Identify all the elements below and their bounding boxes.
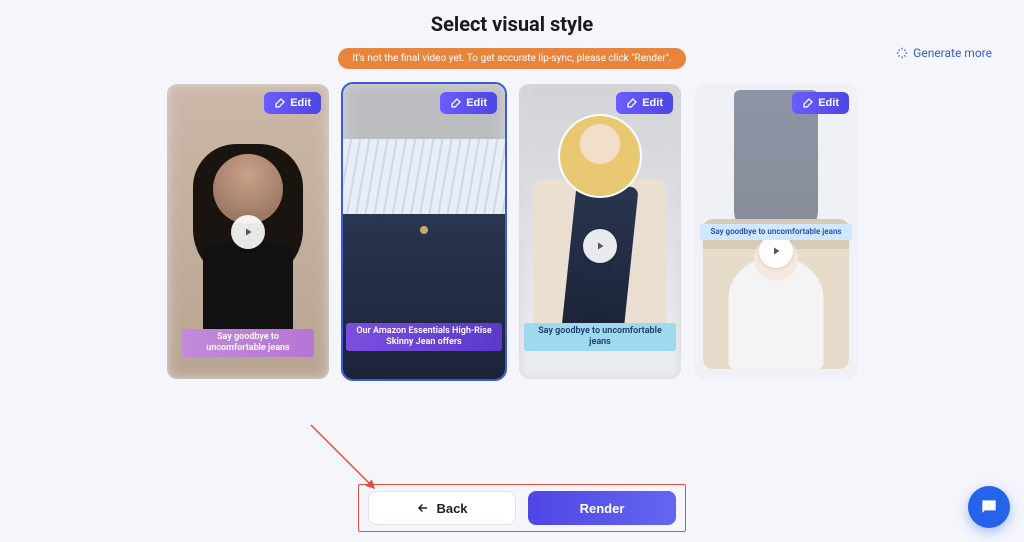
caption: Say goodbye to uncomfortable jeans xyxy=(524,323,676,352)
edit-icon xyxy=(274,97,286,109)
edit-label: Edit xyxy=(642,97,663,109)
notice-row: It's not the final video yet. To get acc… xyxy=(0,46,1024,70)
play-icon xyxy=(242,226,254,238)
footer-actions: Back Render xyxy=(358,484,686,532)
arrow-left-icon xyxy=(416,501,430,515)
play-button[interactable] xyxy=(231,215,265,249)
caption: Say goodbye to uncomfortable jeans xyxy=(700,224,852,240)
back-label: Back xyxy=(436,501,467,516)
edit-button[interactable]: Edit xyxy=(792,92,849,114)
edit-icon xyxy=(802,97,814,109)
play-icon xyxy=(770,245,782,257)
generate-more-label: Generate more xyxy=(913,46,992,60)
style-card[interactable]: Edit Say goodbye to uncomfortable jeans xyxy=(695,84,857,379)
edit-label: Edit xyxy=(818,97,839,109)
chat-launcher[interactable] xyxy=(968,486,1010,528)
edit-label: Edit xyxy=(466,97,487,109)
caption: Say goodbye to uncomfortable jeans xyxy=(182,329,314,358)
play-button[interactable] xyxy=(583,229,617,263)
chat-icon xyxy=(979,497,999,517)
render-button[interactable]: Render xyxy=(528,491,676,525)
edit-icon xyxy=(626,97,638,109)
edit-label: Edit xyxy=(290,97,311,109)
generate-more-button[interactable]: Generate more xyxy=(895,46,992,60)
style-card[interactable]: Edit Say goodbye to uncomfortable jeans xyxy=(519,84,681,379)
edit-button[interactable]: Edit xyxy=(616,92,673,114)
style-card[interactable]: Edit Say goodbye to uncomfortable jeans xyxy=(167,84,329,379)
page-title: Select visual style xyxy=(0,0,1024,36)
play-icon xyxy=(594,240,606,252)
edit-button[interactable]: Edit xyxy=(264,92,321,114)
edit-icon xyxy=(450,97,462,109)
style-cards: Edit Say goodbye to uncomfortable jeans … xyxy=(0,84,1024,379)
render-label: Render xyxy=(580,501,625,516)
sparkle-icon xyxy=(895,46,909,60)
caption: Our Amazon Essentials High-Rise Skinny J… xyxy=(346,323,502,352)
back-button[interactable]: Back xyxy=(368,491,516,525)
notice-banner: It's not the final video yet. To get acc… xyxy=(338,48,685,69)
edit-button[interactable]: Edit xyxy=(440,92,497,114)
style-card[interactable]: Edit Our Amazon Essentials High-Rise Ski… xyxy=(343,84,505,379)
